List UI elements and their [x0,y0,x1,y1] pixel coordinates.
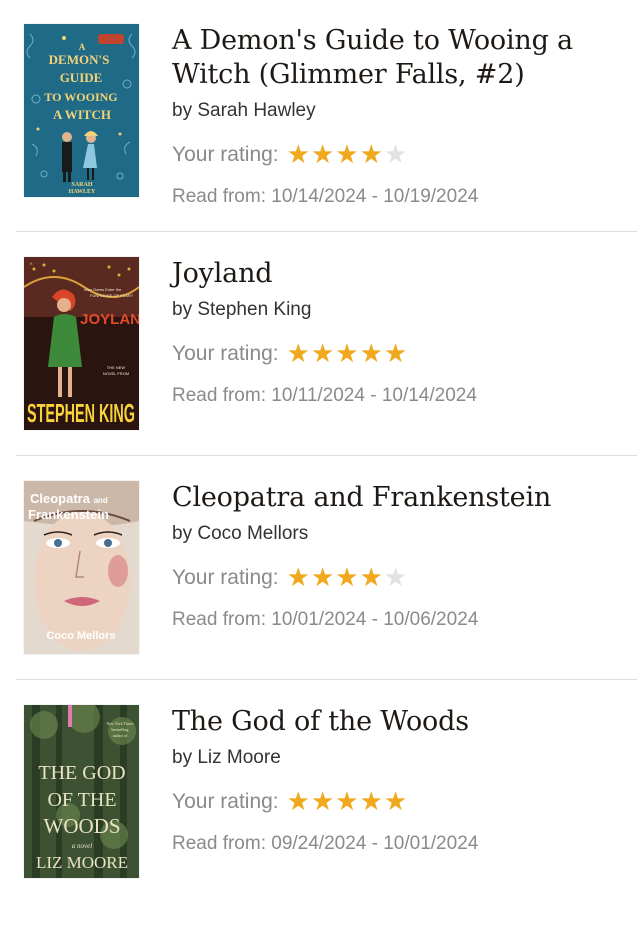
cover-text: A [79,42,86,52]
book-title[interactable]: The God of the Woods [172,705,612,739]
svg-text:NOVEL FROM: NOVEL FROM [103,371,129,376]
star-filled-icon[interactable]: ★ [311,142,334,168]
star-rating[interactable]: ★ ★ ★ ★ ★ [287,142,409,168]
divider [16,455,637,456]
star-filled-icon[interactable]: ★ [384,789,407,815]
divider [16,679,637,680]
cover-art-cleopatra: Cleopatra and Frankenstein Coco Mellors [24,481,139,654]
book-meta: by Stephen King Your rating: ★ ★ ★ ★ ★ Read … [172,297,612,409]
rating-row: Your rating: ★ ★ ★ ★ ★ [172,563,612,593]
read-dates: Read from: 10/14/2024 - 10/19/2024 [172,186,479,207]
svg-text:WOODS: WOODS [44,814,121,838]
rating-row: Your rating: ★ ★ ★ ★ ★ [172,787,612,817]
book-list-item[interactable]: A DEMON'S GUIDE TO WOOING A WITCH SARAH … [0,24,637,247]
svg-text:DEMON'S: DEMON'S [49,52,110,67]
star-filled-icon[interactable]: ★ [287,142,310,168]
book-cover[interactable]: A DEMON'S GUIDE TO WOOING A WITCH SARAH … [24,24,139,197]
rating-label: Your rating: [172,790,279,813]
cover-art-god-of-the-woods: THE GOD OF THE WOODS a novel LIZ MOORE N… [24,705,139,878]
star-filled-icon[interactable]: ★ [287,341,310,367]
book-author[interactable]: by Stephen King [172,297,612,323]
star-rating[interactable]: ★ ★ ★ ★ ★ [287,341,409,367]
book-author[interactable]: by Sarah Hawley [172,98,612,124]
svg-text:K: K [30,261,33,266]
svg-text:A WITCH: A WITCH [53,107,111,122]
book-list-item[interactable]: THE GOD OF THE WOODS a novel LIZ MOORE N… [0,705,637,928]
book-author[interactable]: by Liz Moore [172,745,612,771]
cover-text: THE GOD [38,762,125,784]
svg-text:author of: author of [113,733,128,738]
svg-text:GUIDE: GUIDE [60,70,103,85]
book-cover[interactable]: Cleopatra and Frankenstein Coco Mellors [24,481,139,654]
svg-text:a novel: a novel [72,842,92,850]
star-filled-icon[interactable]: ★ [335,341,358,367]
svg-text:HAWLEY: HAWLEY [69,189,96,195]
rating-label: Your rating: [172,342,279,365]
divider [16,231,637,232]
svg-text:SARAH: SARAH [71,182,92,188]
svg-text:Coco Mellors: Coco Mellors [46,630,115,642]
star-filled-icon[interactable]: ★ [335,789,358,815]
star-empty-icon[interactable]: ★ [384,142,407,168]
rating-label: Your rating: [172,143,279,166]
read-dates: Read from: 10/11/2024 - 10/14/2024 [172,385,477,406]
star-filled-icon[interactable]: ★ [360,565,383,591]
book-title[interactable]: A Demon's Guide to Wooing a Witch (Glimm… [172,24,612,92]
star-filled-icon[interactable]: ★ [311,341,334,367]
book-cover[interactable]: THE GOD OF THE WOODS a novel LIZ MOORE N… [24,705,139,878]
book-meta: by Coco Mellors Your rating: ★ ★ ★ ★ ★ Read … [172,521,612,633]
star-filled-icon[interactable]: ★ [335,142,358,168]
cover-text: JOYLAND [80,311,139,328]
svg-text:OF THE: OF THE [47,789,116,811]
book-meta: by Sarah Hawley Your rating: ★ ★ ★ ★ ★ Read … [172,98,612,210]
star-empty-icon[interactable]: ★ [384,565,407,591]
star-filled-icon[interactable]: ★ [287,565,310,591]
svg-text:Frankenstein: Frankenstein [28,507,109,522]
book-title[interactable]: Joyland [172,257,612,291]
rating-label: Your rating: [172,566,279,589]
cover-art-joyland: K Who Dares Enter the FUNHOUSE OF FEAR? … [24,257,139,430]
book-author[interactable]: by Coco Mellors [172,521,612,547]
read-dates: Read from: 10/01/2024 - 10/06/2024 [172,609,479,630]
star-filled-icon[interactable]: ★ [311,789,334,815]
book-cover[interactable]: K Who Dares Enter the FUNHOUSE OF FEAR? … [24,257,139,430]
star-filled-icon[interactable]: ★ [360,789,383,815]
star-filled-icon[interactable]: ★ [360,142,383,168]
svg-text:New York Times: New York Times [106,721,133,726]
star-filled-icon[interactable]: ★ [335,565,358,591]
svg-text:STEPHEN KING: STEPHEN KING [27,398,135,428]
rating-row: Your rating: ★ ★ ★ ★ ★ [172,140,612,170]
star-rating[interactable]: ★ ★ ★ ★ ★ [287,565,409,591]
book-list-item[interactable]: Cleopatra and Frankenstein Coco Mellors … [0,481,637,704]
book-meta: by Liz Moore Your rating: ★ ★ ★ ★ ★ Read fro… [172,745,612,857]
book-list-item[interactable]: K Who Dares Enter the FUNHOUSE OF FEAR? … [0,257,637,480]
read-dates: Read from: 09/24/2024 - 10/01/2024 [172,833,479,854]
star-filled-icon[interactable]: ★ [311,565,334,591]
star-filled-icon[interactable]: ★ [384,341,407,367]
rating-row: Your rating: ★ ★ ★ ★ ★ [172,339,612,369]
book-title[interactable]: Cleopatra and Frankenstein [172,481,612,515]
svg-text:Who Dares Enter the: Who Dares Enter the [84,287,122,292]
cover-art-demons-guide: A DEMON'S GUIDE TO WOOING A WITCH SARAH … [24,24,139,197]
svg-text:FUNHOUSE OF FEAR?: FUNHOUSE OF FEAR? [90,293,134,298]
svg-text:TO WOOING: TO WOOING [44,90,117,104]
svg-text:bestselling: bestselling [111,727,128,732]
star-filled-icon[interactable]: ★ [287,789,310,815]
svg-text:THE NEW: THE NEW [107,365,126,370]
star-rating[interactable]: ★ ★ ★ ★ ★ [287,789,409,815]
star-filled-icon[interactable]: ★ [360,341,383,367]
svg-text:LIZ MOORE: LIZ MOORE [36,853,128,872]
